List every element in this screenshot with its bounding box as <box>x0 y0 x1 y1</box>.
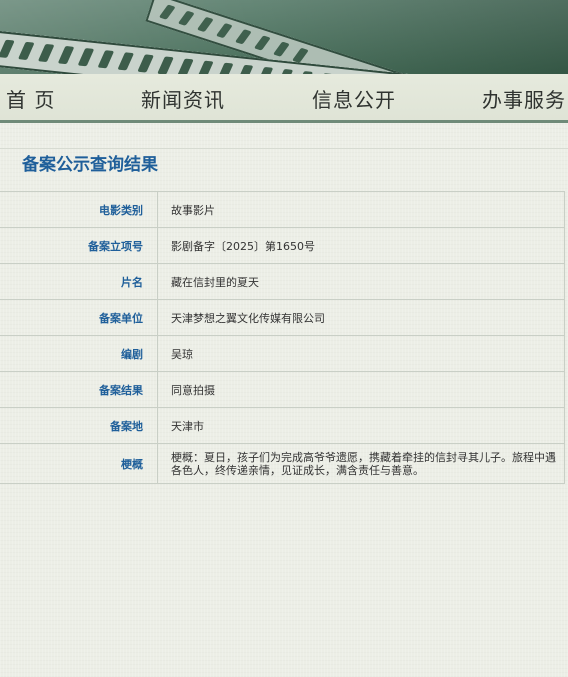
table-row: 备案结果 同意拍摄 <box>0 371 565 408</box>
table-row: 编剧 吴琼 <box>0 335 565 372</box>
field-value: 故事影片 <box>157 191 565 228</box>
field-label: 梗概 <box>0 443 158 484</box>
table-row: 备案地 天津市 <box>0 407 565 444</box>
nav-item-news[interactable]: 新闻资讯 <box>141 84 225 113</box>
nav-item-services[interactable]: 办事服务 <box>482 84 566 113</box>
table-row: 梗概 梗概：夏日，孩子们为完成高爷爷遗愿，携藏着牵挂的信封寻其儿子。旅程中遇各色… <box>0 443 565 484</box>
field-value: 吴琼 <box>157 335 565 372</box>
field-value: 同意拍摄 <box>157 371 565 408</box>
field-value: 天津梦想之翼文化传媒有限公司 <box>157 299 565 336</box>
page-title: 备案公示查询结果 <box>22 155 158 175</box>
main-nav: 首 页 新闻资讯 信息公开 办事服务 <box>0 74 568 123</box>
field-label: 备案地 <box>0 407 158 444</box>
field-value: 影剧备字〔2025〕第1650号 <box>157 227 565 264</box>
field-value: 梗概：夏日，孩子们为完成高爷爷遗愿，携藏着牵挂的信封寻其儿子。旅程中遇各色人，终… <box>157 443 565 484</box>
nav-item-home[interactable]: 首 页 <box>6 84 55 113</box>
field-label: 片名 <box>0 263 158 300</box>
table-row: 备案立项号 影剧备字〔2025〕第1650号 <box>0 227 565 264</box>
table-row: 备案单位 天津梦想之翼文化传媒有限公司 <box>0 299 565 336</box>
field-label: 备案立项号 <box>0 227 158 264</box>
record-table: 电影类别 故事影片 备案立项号 影剧备字〔2025〕第1650号 片名 藏在信封… <box>0 191 565 484</box>
field-label: 备案结果 <box>0 371 158 408</box>
divider <box>0 148 568 149</box>
field-value: 藏在信封里的夏天 <box>157 263 565 300</box>
header-banner <box>0 0 568 74</box>
table-row: 片名 藏在信封里的夏天 <box>0 263 565 300</box>
nav-item-info-disclosure[interactable]: 信息公开 <box>312 84 396 113</box>
field-value: 天津市 <box>157 407 565 444</box>
field-label: 编剧 <box>0 335 158 372</box>
field-label: 电影类别 <box>0 191 158 228</box>
table-row: 电影类别 故事影片 <box>0 191 565 228</box>
field-label: 备案单位 <box>0 299 158 336</box>
